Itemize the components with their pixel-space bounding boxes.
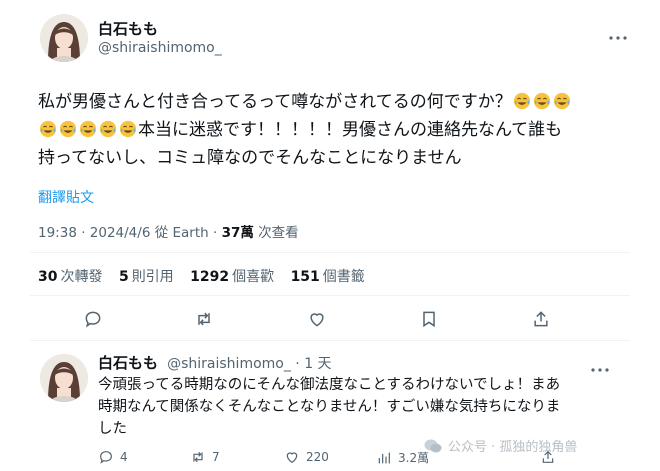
- reply-like-action[interactable]: 220: [284, 449, 329, 465]
- reply-replies-action[interactable]: 4: [98, 449, 128, 465]
- view-label: 次查看: [253, 225, 299, 241]
- reply-text-line-2: 時期なんて関係なくそんなことなりません！すごい嫌な気持ちになりま: [98, 399, 561, 415]
- reply-text-line-1: 今頑張ってる時期なのにそんな御法度なことするわけないでしょ！まあ: [98, 377, 561, 393]
- divider: [30, 340, 630, 341]
- share-icon[interactable]: [530, 308, 552, 330]
- more-options-icon[interactable]: [608, 26, 628, 40]
- wechat-icon: [424, 439, 442, 452]
- quotes-stat[interactable]: 5 則引用: [119, 269, 174, 285]
- emoji-group-1: [512, 92, 572, 112]
- face-with-tears-of-joy-icon: [533, 92, 550, 110]
- avatar-portrait: [40, 14, 88, 62]
- engagement-stats: 30 次轉發 5 則引用 1292 個喜歡 151 個書籤: [38, 266, 377, 286]
- like-icon[interactable]: [306, 308, 328, 330]
- tweet-body: 私が男優さんと付き合ってるって噂ながされてるの何ですか？ 本当に迷惑です！！！！…: [38, 88, 572, 172]
- translate-post-link[interactable]: 翻譯貼文: [38, 187, 94, 207]
- divider: [30, 252, 630, 253]
- watermark-text: 公众号 · 孤独的独角兽: [448, 440, 578, 455]
- tweet-text-line-1: 私が男優さんと付き合ってるって噂ながされてるの何ですか？: [38, 88, 572, 116]
- face-with-tears-of-joy-icon: [119, 120, 137, 138]
- reply-icon: [100, 451, 112, 464]
- tweet-text-line-2: 本当に迷惑です！！！！！男優さんの連絡先なんて誰も: [38, 116, 572, 144]
- reply-author-name[interactable]: 白石もも: [98, 354, 158, 372]
- like-icon: [286, 452, 298, 464]
- views-icon: [378, 452, 390, 463]
- author-avatar[interactable]: [40, 14, 88, 62]
- reply-handle-time[interactable]: @shiraishimomo_ · 1 天: [167, 356, 331, 372]
- likes-stat[interactable]: 1292 個喜歡: [190, 269, 274, 285]
- reply-share-action[interactable]: [540, 449, 556, 465]
- tweet-text-line-3: 持ってないし、コミュ障なのでそんなことになりません: [38, 148, 462, 168]
- reply-icon[interactable]: [82, 308, 104, 330]
- emoji-group-2: [38, 120, 138, 140]
- reply-more-options-icon[interactable]: [590, 358, 610, 377]
- tweet-timestamp[interactable]: 19:38 · 2024/4/6 從 Earth ·: [38, 225, 222, 241]
- reply-header: 白石もも @shiraishimomo_ · 1 天: [98, 352, 332, 373]
- face-with-tears-of-joy-icon: [39, 120, 57, 138]
- face-with-tears-of-joy-icon: [79, 120, 97, 138]
- retweet-icon: [193, 451, 203, 463]
- retweets-stat[interactable]: 30 次轉發: [38, 269, 102, 285]
- view-count: 37萬: [221, 225, 254, 241]
- retweet-icon[interactable]: [193, 308, 215, 330]
- reply-retweet-action[interactable]: 7: [190, 449, 220, 465]
- face-with-tears-of-joy-icon: [59, 120, 77, 138]
- author-name[interactable]: 白石もも: [98, 18, 158, 39]
- share-icon: [542, 450, 554, 463]
- face-with-tears-of-joy-icon: [513, 92, 530, 110]
- bookmarks-stat[interactable]: 151 個書籤: [291, 269, 365, 285]
- reply-body: 今頑張ってる時期なのにそんな御法度なことするわけないでしょ！まあ 時期なんて関係…: [98, 374, 560, 440]
- face-with-tears-of-joy-icon: [99, 120, 117, 138]
- bookmark-icon[interactable]: [418, 308, 440, 330]
- face-with-tears-of-joy-icon: [553, 92, 570, 110]
- reply-views-action[interactable]: 3.2萬: [376, 449, 429, 466]
- divider: [30, 295, 630, 296]
- avatar-portrait: [40, 354, 88, 402]
- reply-author-avatar[interactable]: [40, 354, 88, 402]
- tweet-meta: 19:38 · 2024/4/6 從 Earth · 37萬 次查看: [38, 221, 299, 241]
- author-handle[interactable]: @shiraishimomo_: [98, 40, 222, 56]
